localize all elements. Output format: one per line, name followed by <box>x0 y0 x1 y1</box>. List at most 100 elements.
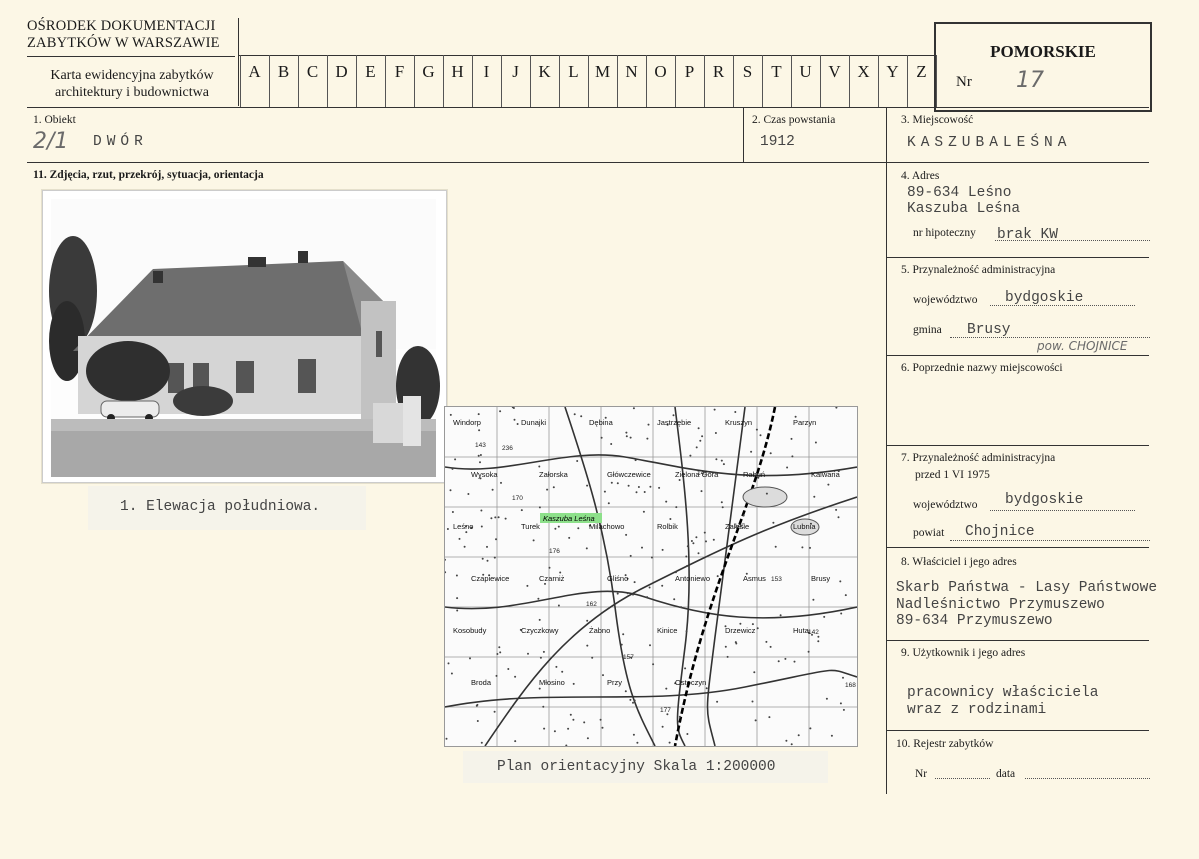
uzytkownik-line-1: pracownicy właściciela <box>907 685 1099 701</box>
map-number-label: 157 <box>623 654 634 661</box>
map-forest-dot <box>839 702 842 705</box>
map-forest-dot <box>817 635 820 638</box>
map-number-label: 143 <box>475 442 486 449</box>
map-forest-dot <box>493 556 496 559</box>
map-forest-dot <box>697 552 700 555</box>
map-forest-dot <box>610 481 613 484</box>
map-number-label: 176 <box>549 548 560 555</box>
map-place-label: Leśno <box>453 522 473 531</box>
map-forest-dot <box>686 565 688 567</box>
map-forest-dot <box>454 458 457 461</box>
map-forest-dot <box>724 645 727 648</box>
map-forest-dot <box>716 700 719 703</box>
map-forest-dot <box>646 596 649 599</box>
map-forest-dot <box>673 598 676 601</box>
letter-separator <box>936 55 937 107</box>
map-forest-dot <box>686 733 689 735</box>
map-forest-dot <box>495 674 498 677</box>
map-forest-dot <box>668 741 671 744</box>
map-forest-dot <box>720 459 723 462</box>
wojewodztwo-old-value: bydgoskie <box>1005 492 1084 508</box>
map-place-label: Czapiewice <box>471 574 509 583</box>
map-forest-dot <box>480 741 483 744</box>
map-forest-dot <box>572 718 575 721</box>
map-lake <box>742 486 788 508</box>
map-forest-dot <box>451 467 454 470</box>
map-forest-dot <box>476 720 479 722</box>
map-forest-dot <box>680 606 682 609</box>
letter-j: J <box>512 62 519 81</box>
map-forest-dot <box>577 527 580 530</box>
map-place-label: Lubnia <box>793 522 816 531</box>
map-forest-dot <box>607 502 610 505</box>
map-forest-dot <box>716 575 719 578</box>
map-forest-dot <box>610 443 613 445</box>
map-forest-dot <box>840 612 843 615</box>
poprzednie-label: 6. Poprzednie nazwy miejscowości <box>901 362 1063 374</box>
map-forest-dot <box>586 737 589 740</box>
letter-separator <box>791 55 792 107</box>
letter-e: E <box>365 62 376 81</box>
map-forest-dot <box>641 546 643 549</box>
map-forest-dot <box>479 454 482 456</box>
map-forest-dot <box>527 652 529 655</box>
map-forest-dot <box>491 488 494 491</box>
map-forest-dot <box>675 506 678 509</box>
divider <box>935 778 990 779</box>
map-forest-dot <box>669 518 672 520</box>
letter-separator <box>878 55 879 107</box>
map-forest-dot <box>705 687 708 690</box>
nr-label: Nr <box>956 74 972 90</box>
map-forest-dot <box>446 528 449 530</box>
map-forest-dot <box>538 506 541 509</box>
map-forest-dot <box>734 411 737 413</box>
map-forest-dot <box>695 446 698 449</box>
map-place-label: Kruszyn <box>725 418 752 427</box>
letter-o: O <box>654 62 667 81</box>
map-forest-dot <box>629 698 632 701</box>
divider <box>887 547 1149 548</box>
powiat-label: powiat <box>913 527 945 539</box>
divider <box>950 337 1150 338</box>
map-forest-dot <box>661 584 664 587</box>
map-forest-dot <box>769 452 772 455</box>
adres-label: 4. Adres <box>901 170 940 182</box>
map-number-label: 236 <box>502 445 513 452</box>
map-forest-dot <box>516 423 519 425</box>
letter-m: M <box>594 62 611 81</box>
gmina-value: Brusy <box>967 322 1011 338</box>
map-forest-dot <box>700 490 703 493</box>
letter-separator <box>414 55 415 107</box>
divider <box>27 107 1149 108</box>
map-forest-dot <box>538 618 541 621</box>
letter-x: X <box>857 62 870 81</box>
map-forest-dot <box>554 527 557 530</box>
letter-y: Y <box>886 62 899 81</box>
map-forest-dot <box>801 546 804 549</box>
map-forest-dot <box>812 598 815 601</box>
map-number-label: 162 <box>586 601 597 608</box>
map-forest-dot <box>465 531 468 534</box>
map-forest-dot <box>463 545 466 548</box>
map-forest-dot <box>490 517 493 520</box>
map-highlight-label: Kaszuba Leśna <box>543 514 595 523</box>
map-forest-dot <box>456 597 459 600</box>
przed-label: przed 1 VI 1975 <box>915 469 990 481</box>
map-forest-dot <box>753 671 756 674</box>
adres-line-2: Kaszuba Leśna <box>907 201 1021 217</box>
map-forest-dot <box>701 435 704 438</box>
manor-house-image <box>43 191 446 482</box>
gmina-label: gmina <box>913 324 942 336</box>
rejestr-nr-label: Nr <box>915 768 928 780</box>
map-forest-dot <box>734 641 737 644</box>
map-forest-dot <box>455 574 458 577</box>
map-place-label: Wysoka <box>471 470 498 479</box>
map-forest-dot <box>844 594 847 597</box>
map-forest-dot <box>447 662 450 665</box>
miejscowosc-label: 3. Miejscowość <box>901 114 974 126</box>
map-forest-dot <box>546 488 549 491</box>
divider <box>1025 778 1150 779</box>
obiekt-label: 1. Obiekt <box>33 114 76 126</box>
letter-g: G <box>422 62 435 81</box>
letter-c: C <box>306 62 319 81</box>
